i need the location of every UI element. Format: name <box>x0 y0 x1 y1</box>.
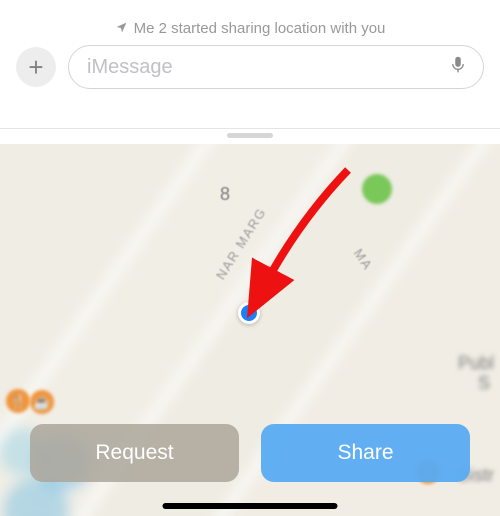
input-row: + <box>0 45 500 89</box>
home-indicator[interactable] <box>163 503 338 509</box>
plus-icon: + <box>28 52 43 83</box>
request-location-button[interactable]: Request <box>30 424 239 482</box>
message-input-container[interactable] <box>68 45 484 89</box>
map-label: 8 <box>220 184 230 205</box>
compose-area: Me 2 started sharing location with you + <box>0 0 500 144</box>
map-label: Publ S <box>458 354 494 394</box>
poi-park-icon <box>362 174 392 204</box>
share-location-button[interactable]: Share <box>261 424 470 482</box>
mic-icon[interactable] <box>447 54 469 81</box>
add-attachment-button[interactable]: + <box>16 47 56 87</box>
user-location-dot <box>238 302 260 324</box>
poi-restaurant-icon: 🍴 <box>6 389 30 413</box>
message-input[interactable] <box>87 56 447 79</box>
poi-cafe-icon: ☕ <box>30 390 54 414</box>
status-banner: Me 2 started sharing location with you <box>0 20 500 43</box>
separator <box>0 128 500 129</box>
location-arrow-icon <box>115 20 128 37</box>
drawer-grab-handle[interactable] <box>227 133 273 138</box>
status-text: Me 2 started sharing location with you <box>134 20 386 37</box>
map-view[interactable]: 🍴 ☕ 🍴 8 NAR MARG MA Publ S Bistr Request… <box>0 144 500 516</box>
action-row: Request Share <box>0 424 500 482</box>
